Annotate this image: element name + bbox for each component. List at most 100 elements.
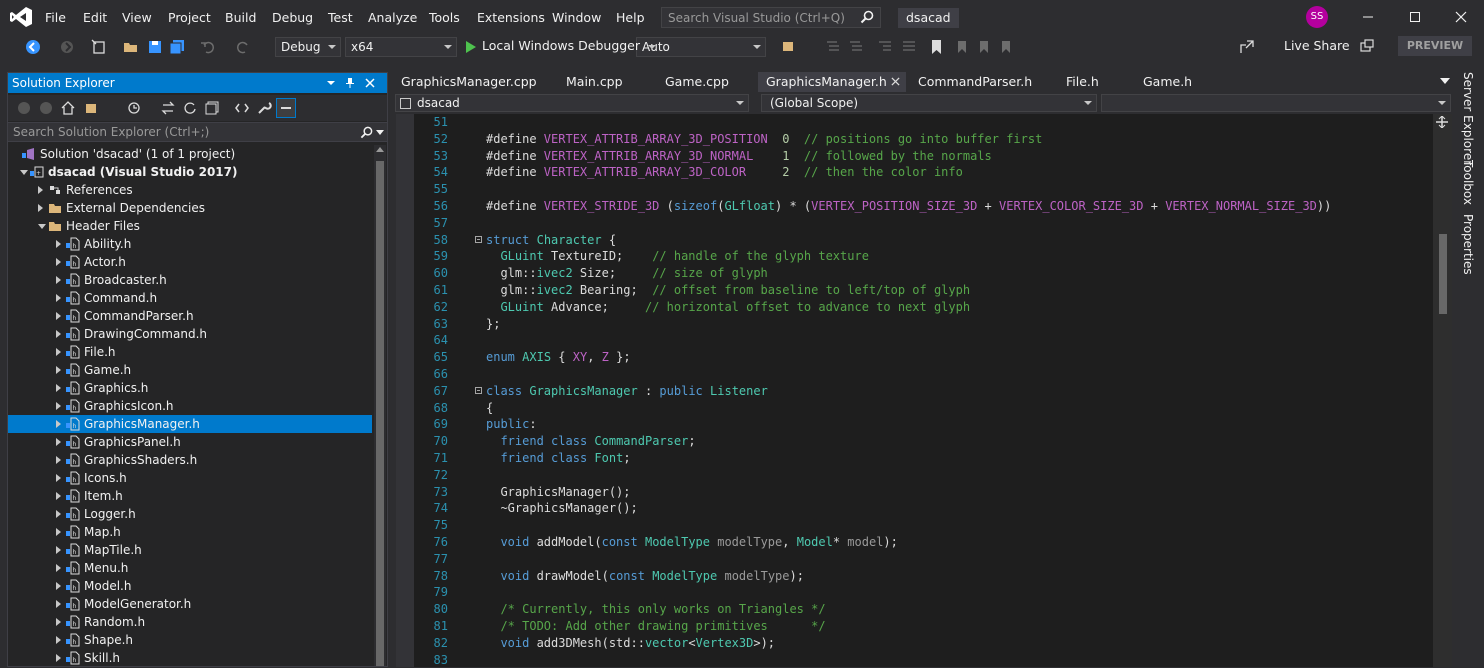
bookmark-icon[interactable] — [928, 38, 946, 56]
menu-item-tools[interactable]: Tools — [429, 10, 460, 25]
menu-item-build[interactable]: Build — [225, 10, 256, 25]
tree-item[interactable]: h DrawingCommand.h — [8, 325, 372, 343]
tree-item[interactable]: External Dependencies — [8, 199, 372, 217]
collapsed-chevron-icon[interactable] — [56, 654, 61, 662]
code-line[interactable]: 63}; — [396, 316, 1433, 333]
comment-out-icon[interactable] — [824, 38, 842, 56]
collapsed-chevron-icon[interactable] — [38, 186, 43, 194]
menu-item-view[interactable]: View — [122, 10, 152, 25]
collapsed-chevron-icon[interactable] — [56, 564, 61, 572]
code-line[interactable]: 56 #define VERTEX_STRIDE_3D (sizeof(GLflo… — [396, 198, 1433, 215]
code-line[interactable]: 83 — [396, 652, 1433, 667]
increase-indent-icon[interactable] — [900, 38, 918, 56]
tab-main-cpp[interactable]: Main.cpp — [558, 72, 648, 92]
tree-item[interactable]: h ModelGenerator.h — [8, 595, 372, 613]
tree-item[interactable]: h Skill.h — [8, 649, 372, 667]
code-line[interactable]: 62 GLuint Advance; // horizontal offset … — [396, 299, 1433, 316]
code-line[interactable]: 57 — [396, 215, 1433, 232]
code-line[interactable]: 59 GLuint TextureID; // handle of the gl… — [396, 248, 1433, 265]
collapsed-chevron-icon[interactable] — [56, 546, 61, 554]
tree-item[interactable]: h Item.h — [8, 487, 372, 505]
decrease-indent-icon[interactable] — [876, 38, 894, 56]
collapsed-chevron-icon[interactable] — [56, 438, 61, 446]
forward-icon[interactable] — [38, 100, 54, 116]
code-line[interactable]: 76 void addModel(const ModelType modelTy… — [396, 534, 1433, 551]
tree-item[interactable]: h Broadcaster.h — [8, 271, 372, 289]
tree-item[interactable]: h GraphicsManager.h — [8, 415, 372, 433]
code-editor[interactable]: 51 52 #define VERTEX_ATTRIB_ARRAY_3D_POSIT… — [396, 114, 1433, 667]
collapsed-chevron-icon[interactable] — [56, 492, 61, 500]
expanded-chevron-icon[interactable] — [20, 170, 28, 175]
tab-game-cpp[interactable]: Game.cpp — [657, 72, 747, 92]
clear-bookmarks-icon[interactable] — [996, 38, 1014, 56]
search-input[interactable]: Search Visual Studio (Ctrl+Q) — [661, 7, 881, 28]
maximize-icon[interactable] — [1405, 8, 1425, 26]
chevron-down-icon[interactable] — [648, 44, 657, 49]
close-icon[interactable] — [1451, 8, 1471, 26]
side-tab-server-explorer[interactable]: Server Explorer — [1461, 72, 1475, 165]
sync-with-active-document-icon[interactable] — [160, 100, 176, 116]
previous-bookmark-icon[interactable] — [952, 38, 970, 56]
collapsed-chevron-icon[interactable] — [56, 402, 61, 410]
start-debugging-button[interactable]: Local Windows Debugger — [466, 38, 657, 53]
tree-item[interactable]: h File.h — [8, 343, 372, 361]
close-panel-icon[interactable] — [364, 77, 376, 89]
tab-file-h[interactable]: File.h — [1058, 72, 1128, 92]
menu-item-analyze[interactable]: Analyze — [368, 10, 417, 25]
collapsed-chevron-icon[interactable] — [56, 294, 61, 302]
solution-explorer-scrollbar[interactable] — [374, 145, 386, 666]
tree-item[interactable]: + dsacad (Visual Studio 2017) — [8, 163, 372, 181]
collapsed-chevron-icon[interactable] — [56, 276, 61, 284]
collapsed-chevron-icon[interactable] — [56, 420, 61, 428]
view-code-icon[interactable] — [234, 100, 250, 116]
code-line[interactable]: 80 /* Currently, this only works on Tria… — [396, 601, 1433, 618]
menu-item-file[interactable]: File — [45, 10, 66, 25]
save-all-icon[interactable] — [168, 38, 186, 56]
preview-selected-items-icon[interactable] — [276, 98, 296, 118]
properties-wrench-icon[interactable] — [256, 100, 272, 116]
collapse-region-icon[interactable] — [475, 386, 482, 394]
tree-item[interactable]: h Game.h — [8, 361, 372, 379]
code-line[interactable]: 64 — [396, 332, 1433, 349]
tree-item[interactable]: h GraphicsPanel.h — [8, 433, 372, 451]
code-line[interactable]: 55 — [396, 181, 1433, 198]
code-line[interactable]: 58 struct Character { — [396, 232, 1433, 249]
code-line[interactable]: 69 public: — [396, 416, 1433, 433]
tree-item[interactable]: h Logger.h — [8, 505, 372, 523]
code-line[interactable]: 81 /* TODO: Add other drawing primitives… — [396, 618, 1433, 635]
code-line[interactable]: 51 — [396, 114, 1433, 131]
collapsed-chevron-icon[interactable] — [56, 582, 61, 590]
tree-item[interactable]: Header Files — [8, 217, 372, 235]
open-file-icon[interactable] — [122, 38, 140, 56]
tab-game-h[interactable]: Game.h — [1135, 72, 1215, 92]
navigate-forward-icon[interactable] — [58, 38, 76, 56]
expanded-chevron-icon[interactable] — [38, 224, 46, 229]
user-avatar[interactable]: SS — [1306, 6, 1328, 28]
search-icon[interactable] — [360, 126, 373, 139]
new-project-icon[interactable] — [90, 38, 108, 56]
editor-scrollbar[interactable] — [1433, 114, 1452, 667]
collapsed-chevron-icon[interactable] — [56, 636, 61, 644]
search-icon[interactable] — [860, 10, 874, 24]
code-line[interactable]: 68 { — [396, 400, 1433, 417]
menu-item-extensions[interactable]: Extensions — [477, 10, 545, 25]
tree-item[interactable]: h Map.h — [8, 523, 372, 541]
collapsed-chevron-icon[interactable] — [56, 240, 61, 248]
window-position-dropdown-icon[interactable] — [326, 78, 336, 88]
collapsed-chevron-icon[interactable] — [56, 330, 61, 338]
tree-item[interactable]: h Command.h — [8, 289, 372, 307]
save-icon[interactable] — [146, 38, 164, 56]
project-dropdown[interactable]: dsacad — [395, 94, 749, 112]
minimize-icon[interactable] — [1358, 8, 1378, 26]
tree-item[interactable]: h Shape.h — [8, 631, 372, 649]
tab-graphicsmanager-h[interactable]: GraphicsManager.h — [758, 72, 906, 92]
menu-item-debug[interactable]: Debug — [272, 10, 313, 25]
code-line[interactable]: 70 friend class CommandParser; — [396, 433, 1433, 450]
code-line[interactable]: 78 void drawModel(const ModelType modelT… — [396, 568, 1433, 585]
code-line[interactable]: 66 — [396, 366, 1433, 383]
redo-icon[interactable] — [234, 38, 252, 56]
side-tab-toolbox[interactable]: Toolbox — [1461, 160, 1475, 205]
menu-item-edit[interactable]: Edit — [83, 10, 107, 25]
uncomment-icon[interactable] — [847, 38, 865, 56]
menu-item-help[interactable]: Help — [616, 10, 645, 25]
